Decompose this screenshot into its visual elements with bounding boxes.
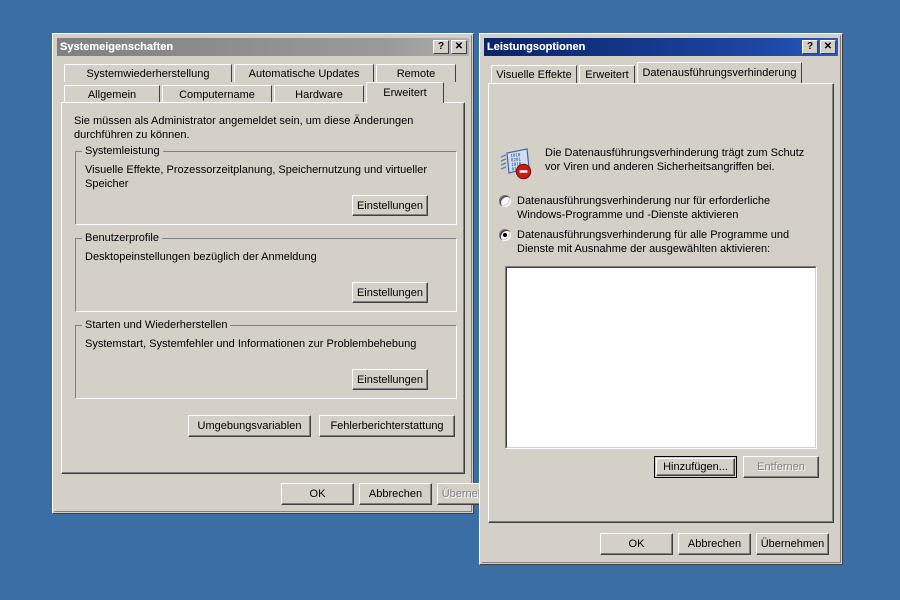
tab-datenausfuehrungsverhinderung[interactable]: Datenausführungsverhinderung — [637, 62, 802, 83]
perfopts-ok-button[interactable]: OK — [600, 533, 673, 555]
window-title: Systemeigenschaften — [60, 41, 174, 53]
group-description: Systemstart, Systemfehler und Informatio… — [85, 338, 417, 350]
tab-label: Remote — [396, 67, 436, 80]
group-description: Visuelle Effekte, Prozessorzeitplanung, … — [85, 164, 428, 190]
button-label: Einstellungen — [356, 286, 424, 299]
group-starten-und-wiederherstellen: Starten und Wiederherstellen Systemstart… — [75, 319, 457, 399]
sysprops-ok-button[interactable]: OK — [281, 483, 354, 505]
close-icon[interactable]: ✕ — [451, 40, 467, 54]
button-label: Einstellungen — [356, 199, 424, 212]
group-description: Desktopeinstellungen bezüglich der Anmel… — [85, 251, 317, 263]
system-properties-window[interactable]: Systemeigenschaften ? ✕ Systemwiederhers… — [52, 33, 510, 514]
tab-label: Computername — [179, 88, 255, 101]
tab-hardware[interactable]: Hardware — [274, 85, 364, 103]
help-button[interactable]: ? — [433, 40, 449, 54]
group-systemleistung: Systemleistung Visuelle Effekte, Prozess… — [75, 145, 457, 225]
radio-dep-all-programs[interactable]: Datenausführungsverhinderung für alle Pr… — [499, 228, 814, 256]
umgebungsvariablen-button[interactable]: Umgebungsvariablen — [188, 415, 311, 437]
tab-remote[interactable]: Remote — [376, 64, 456, 82]
admin-notice-text: Sie müssen als Administrator angemeldet … — [74, 115, 414, 141]
button-label: Abbrechen — [368, 488, 423, 500]
tab-systemwiederherstellung[interactable]: Systemwiederherstellung — [64, 64, 232, 82]
radio-label: Datenausführungsverhinderung nur für erf… — [517, 195, 771, 221]
tab-label: Automatische Updates — [248, 67, 360, 80]
tab-visuelle-effekte[interactable]: Visuelle Effekte — [491, 65, 577, 83]
button-label: OK — [628, 538, 645, 550]
tab-label: Erweitert — [585, 68, 629, 81]
tab-page-dep: 1010 0201 1010 010 Die Datenausführungsv… — [488, 83, 834, 523]
radio-label: Datenausführungsverhinderung für alle Pr… — [517, 229, 790, 255]
dep-exception-listbox[interactable] — [505, 266, 817, 449]
window-title: Leistungsoptionen — [487, 41, 586, 53]
tab-strip-row-2: Allgemein Computername Hardware Erweiter… — [61, 82, 465, 103]
benutzerprofile-einstellungen-button[interactable]: Einstellungen — [352, 282, 428, 303]
tab-strip-row-1: Systemwiederherstellung Automatische Upd… — [61, 61, 465, 82]
tab-computername[interactable]: Computername — [162, 85, 272, 103]
close-icon[interactable]: ✕ — [820, 40, 836, 54]
tab-strip: Visuelle Effekte Erweitert Datenausführu… — [488, 62, 834, 83]
tab-label: Erweitert — [383, 87, 427, 99]
hinzufuegen-button[interactable]: Hinzufügen... — [654, 456, 737, 478]
title-bar[interactable]: Systemeigenschaften ? ✕ — [57, 38, 469, 56]
title-bar-buttons: ? ✕ — [433, 40, 467, 54]
tab-page-erweitert: Sie müssen als Administrator angemeldet … — [61, 102, 465, 474]
tab-erweitert[interactable]: Erweitert — [579, 65, 635, 83]
help-button[interactable]: ? — [802, 40, 818, 54]
dep-intro-text: Die Datenausführungsverhinderung trägt z… — [545, 147, 805, 173]
starten-einstellungen-button[interactable]: Einstellungen — [352, 369, 428, 390]
tab-label: Visuelle Effekte — [496, 68, 572, 81]
perfopts-cancel-button[interactable]: Abbrechen — [678, 533, 751, 555]
entfernen-button: Entfernen — [743, 456, 819, 478]
button-label: Übernehmen — [760, 538, 825, 550]
tab-label: Systemwiederherstellung — [86, 67, 210, 80]
fehlerberichterstattung-button[interactable]: Fehlerberichterstattung — [319, 415, 455, 437]
tab-automatische-updates[interactable]: Automatische Updates — [234, 64, 374, 82]
radio-indicator — [499, 229, 511, 241]
tab-allgemein[interactable]: Allgemein — [64, 85, 160, 103]
tab-erweitert[interactable]: Erweitert — [366, 82, 444, 103]
title-bar[interactable]: Leistungsoptionen ? ✕ — [484, 38, 838, 56]
group-title: Systemleistung — [82, 145, 163, 157]
button-label: Abbrechen — [687, 538, 742, 550]
group-title: Benutzerprofile — [82, 232, 162, 244]
button-label: Fehlerberichterstattung — [330, 420, 444, 432]
button-label: OK — [309, 488, 326, 500]
radio-dep-windows-only[interactable]: Datenausführungsverhinderung nur für erf… — [499, 194, 814, 222]
dep-shield-icon: 1010 0201 1010 010 — [499, 146, 533, 180]
tab-label: Datenausführungsverhinderung — [642, 67, 797, 79]
systemleistung-einstellungen-button[interactable]: Einstellungen — [352, 195, 428, 216]
group-title: Starten und Wiederherstellen — [82, 319, 231, 331]
radio-indicator — [499, 195, 511, 207]
button-label: Einstellungen — [356, 373, 424, 386]
performance-options-window[interactable]: Leistungsoptionen ? ✕ Visuelle Effekte E… — [479, 33, 843, 565]
window-client-area: Leistungsoptionen ? ✕ Visuelle Effekte E… — [481, 35, 841, 563]
perfopts-apply-button[interactable]: Übernehmen — [756, 533, 829, 555]
button-label: Hinzufügen... — [663, 461, 728, 473]
sysprops-cancel-button[interactable]: Abbrechen — [359, 483, 432, 505]
window-client-area: Systemeigenschaften ? ✕ Systemwiederhers… — [54, 35, 510, 512]
button-label: Umgebungsvariablen — [197, 420, 302, 432]
group-benutzerprofile: Benutzerprofile Desktopeinstellungen bez… — [75, 232, 457, 312]
tab-label: Allgemein — [87, 88, 137, 101]
button-label: Entfernen — [757, 461, 805, 473]
title-bar-buttons: ? ✕ — [802, 40, 836, 54]
tab-label: Hardware — [295, 88, 343, 101]
